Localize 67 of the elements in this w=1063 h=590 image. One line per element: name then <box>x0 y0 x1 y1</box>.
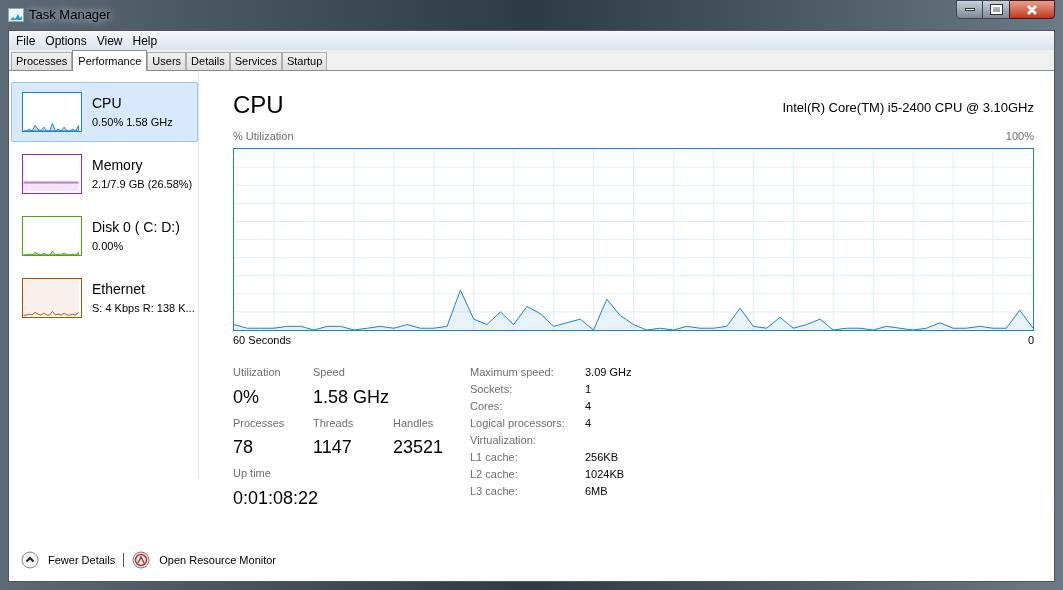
minimize-button[interactable] <box>956 0 983 19</box>
stat-label: Handles <box>393 415 435 431</box>
axis-label: % Utilization <box>233 129 294 144</box>
spec-label: L3 cache: <box>470 484 519 500</box>
stat-label: Threads <box>313 415 355 431</box>
spec-label: Sockets: <box>470 382 514 398</box>
tab[interactable]: Startup <box>281 52 328 70</box>
resource-name: Memory <box>92 155 144 174</box>
stat-label: Up time <box>233 466 272 481</box>
stat-label: Speed <box>313 365 346 380</box>
menu-item[interactable]: Options <box>40 31 92 50</box>
resource-name: Ethernet <box>92 279 146 298</box>
spec-value: 4 <box>585 416 592 432</box>
resource-name: Disk 0 ( C: D:) <box>92 217 180 236</box>
spec-label: L2 cache: <box>470 467 519 483</box>
spec-value: 4 <box>585 399 592 415</box>
sidebar-item[interactable]: Disk 0 ( C: D:) 0.00% <box>11 206 198 266</box>
close-icon <box>1026 4 1038 15</box>
resource-detail: S: 4 Kbps R: 138 K... <box>92 300 195 316</box>
menu-item[interactable]: Help <box>127 31 163 50</box>
spec-value: 6MB <box>585 484 608 500</box>
fewer-details-button[interactable]: Fewer Details <box>21 551 116 569</box>
spec-label: Maximum speed: <box>470 365 555 381</box>
gauge-icon <box>132 551 151 569</box>
app-icon <box>8 8 24 22</box>
sidebar-item[interactable]: Ethernet S: 4 Kbps R: 138 K... <box>11 268 198 328</box>
spec-label: Logical processors: <box>470 416 566 432</box>
resource-detail: 0.00% <box>92 238 125 254</box>
close-button[interactable] <box>1009 0 1055 19</box>
stat-label: Processes <box>233 415 286 431</box>
collapse-icon <box>21 551 39 569</box>
tab[interactable]: Processes <box>11 52 73 70</box>
spec-value: 256KB <box>585 450 619 466</box>
stat-value: 78 <box>233 436 255 459</box>
window-title: Task Manager <box>29 6 111 25</box>
resource-monitor-link[interactable]: Open Resource Monitor <box>132 551 277 569</box>
maximize-icon <box>990 5 1002 14</box>
spec-value: 3.09 GHz <box>585 365 632 381</box>
resource-detail: 2.1/7.9 GB (26.58%) <box>92 176 193 192</box>
sidebar-item[interactable]: Memory 2.1/7.9 GB (26.58%) <box>11 144 198 204</box>
resource-title: CPU <box>233 91 284 119</box>
spec-label: Virtualization: <box>470 433 537 449</box>
tab[interactable]: Services <box>229 52 282 70</box>
minimize-icon <box>964 8 975 11</box>
processor-name: Intel(R) Core(TM) i5-2400 CPU @ 3.10GHz <box>782 98 1034 117</box>
stat-value: 1147 <box>313 436 353 459</box>
sidebar-item[interactable]: CPU 0.50% 1.58 GHz <box>11 82 198 142</box>
stat-label: Utilization <box>233 365 282 380</box>
spec-label: Cores: <box>470 399 504 415</box>
tab[interactable]: Users <box>147 52 187 70</box>
axis-tick-label: 100% <box>1005 129 1034 144</box>
spec-value: 1024KB <box>585 467 625 483</box>
tab[interactable]: Performance <box>72 50 148 71</box>
stat-value: 0:01:08:22 <box>233 486 320 510</box>
maximize-button[interactable] <box>983 0 1009 19</box>
tab[interactable]: Details <box>186 52 230 70</box>
stat-value: 0% <box>233 385 260 409</box>
stat-value: 1.58 GHz <box>313 385 391 409</box>
menu-item[interactable]: View <box>91 31 128 50</box>
resource-detail: 0.50% 1.58 GHz <box>92 114 173 130</box>
resource-name: CPU <box>92 93 123 112</box>
menu-item[interactable]: File <box>11 31 41 50</box>
spec-value: 1 <box>585 382 592 398</box>
stat-value: 23521 <box>393 436 445 459</box>
spec-label: L1 cache: <box>470 450 519 466</box>
axis-label: 60 Seconds <box>233 332 292 348</box>
axis-tick-label: 0 <box>1027 332 1034 348</box>
